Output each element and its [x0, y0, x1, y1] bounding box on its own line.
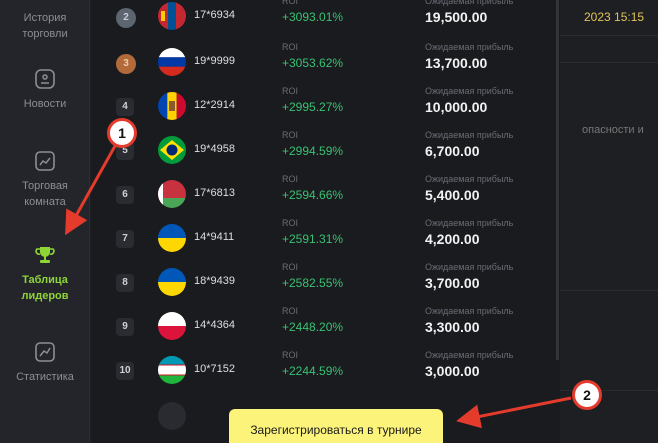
- annotation-arrow-2: [456, 396, 572, 429]
- annotation-marker-2: 2: [572, 380, 602, 410]
- annotation-marker-1: 1: [107, 118, 137, 148]
- annotation-arrow-1: [65, 145, 117, 236]
- app-window: История торговли Новости Торговая комнат…: [0, 0, 658, 443]
- annotation-arrows: [65, 145, 572, 429]
